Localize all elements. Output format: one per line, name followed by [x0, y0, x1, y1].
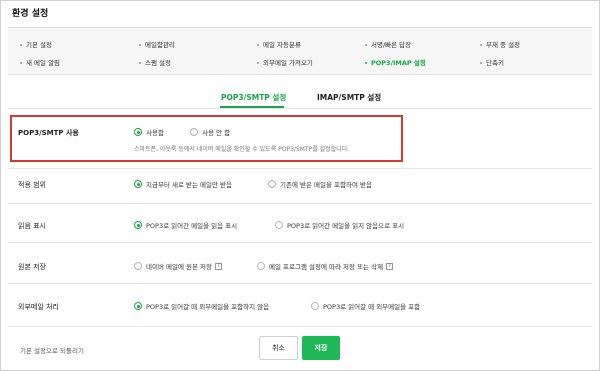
bullet-icon [139, 44, 141, 46]
nav-item-mailbox[interactable]: 메일함관리 [139, 39, 175, 49]
radio-read-mark-read[interactable]: POP3로 읽어간 메일을 읽음 표시 [134, 220, 237, 230]
nav-item-new-mail-alert[interactable]: 새 메일 알림 [20, 57, 60, 67]
radio-label: 사용함 [146, 129, 164, 137]
nav-item-label: 부재 중 설정 [486, 41, 521, 49]
radio-label: 기존에 받은 메일을 포함하여 받음 [280, 181, 372, 189]
bullet-icon [257, 62, 259, 64]
radio-selected-icon [134, 128, 142, 136]
radio-label: 메일 프로그램 설정에 따라 저장 또는 삭제 [269, 263, 384, 271]
nav-item-label: 메일함관리 [145, 41, 175, 49]
nav-item-label: 기본 설정 [26, 41, 52, 49]
radio-empty-icon [268, 180, 276, 188]
radio-scope-new-only[interactable]: 지금부터 새로 받는 메일만 받음 [134, 179, 232, 189]
radio-pop3-disable[interactable]: 사용 안 함 [190, 127, 230, 137]
radio-label: 지금부터 새로 받는 메일만 받음 [146, 181, 233, 189]
radio-scope-include-existing[interactable]: 기존에 받은 메일을 포함하여 받음 [268, 179, 372, 189]
bullet-icon [257, 44, 259, 46]
row-label-external: 외부메일 처리 [18, 303, 59, 311]
nav-item-absence[interactable]: 부재 중 설정 [480, 39, 520, 49]
bullet-icon [139, 62, 141, 64]
divider [8, 326, 592, 327]
bullet-icon [20, 62, 22, 64]
nav-item-label: 메일 자동분류 [263, 41, 301, 49]
radio-empty-icon [190, 128, 198, 136]
nav-item-basic[interactable]: 기본 설정 [20, 39, 52, 49]
radio-label: 사용 안 함 [202, 129, 231, 137]
radio-label: 네이버 메일에 원본 저장 [146, 263, 212, 271]
radio-label: POP3로 읽어간 메일을 읽음 표시 [146, 222, 238, 230]
nav-item-spam[interactable]: 스팸 설정 [139, 57, 171, 67]
tab-pop3-smtp[interactable]: POP3/SMTP 설정 [221, 92, 286, 103]
tab-imap-smtp[interactable]: IMAP/SMTP 설정 [317, 92, 381, 103]
divider [8, 283, 592, 284]
nav-item-label: 스팸 설정 [145, 59, 171, 67]
nav-item-label: 외부메일 가져오기 [263, 59, 313, 67]
radio-empty-icon [275, 221, 283, 229]
cancel-button[interactable]: 취소 [259, 336, 298, 360]
radio-keep-by-client[interactable]: 메일 프로그램 설정에 따라 저장 또는 삭제? [257, 261, 394, 271]
radio-keep-on-server[interactable]: 네이버 메일에 원본 저장? [134, 261, 222, 271]
save-button[interactable]: 저장 [302, 336, 340, 360]
bullet-icon [20, 44, 22, 46]
radio-label: POP3로 읽어갈 때 외부메일을 포함하지 않음 [146, 303, 270, 311]
radio-external-exclude[interactable]: POP3로 읽어갈 때 외부메일을 포함하지 않음 [134, 301, 269, 311]
nav-item-shortcuts[interactable]: 단축키 [480, 57, 504, 67]
page-title: 환경 설정 [12, 9, 49, 19]
radio-selected-icon [134, 180, 142, 188]
radio-label: POP3로 읽어갈 때 외부메일을 포함 [323, 303, 421, 311]
radio-selected-icon [134, 221, 142, 229]
help-icon[interactable]: ? [386, 262, 394, 270]
row-label-scope: 적용 범위 [18, 181, 46, 189]
nav-item-label: 새 메일 알림 [26, 59, 61, 67]
nav-item-label: POP3/IMAP 설정 [371, 59, 426, 67]
pop3-description: 스마트폰, 아웃룩 등에서 네이버 메일을 확인할 수 있도록 POP3/SMT… [134, 146, 350, 153]
radio-empty-icon [257, 262, 265, 270]
divider [8, 242, 592, 243]
divider [8, 108, 592, 109]
reset-defaults-link[interactable]: 기본 설정으로 되돌리기 [20, 345, 84, 355]
highlight-box [10, 115, 403, 162]
radio-selected-icon [134, 302, 142, 310]
bullet-icon [365, 44, 367, 46]
nav-item-label: 단축키 [486, 59, 504, 67]
row-label-keep-original: 원본 저장 [18, 263, 46, 271]
bullet-icon [480, 44, 482, 46]
divider [8, 203, 592, 204]
row-label-pop3-use: POP3/SMTP 사용 [18, 129, 79, 137]
radio-label: POP3로 읽어간 메일을 읽지 않음으로 표시 [287, 222, 405, 230]
divider [8, 168, 592, 169]
radio-empty-icon [311, 302, 319, 310]
nav-item-auto-sort[interactable]: 메일 자동분류 [257, 39, 301, 49]
radio-read-mark-unread[interactable]: POP3로 읽어간 메일을 읽지 않음으로 표시 [275, 220, 404, 230]
nav-item-external-mail[interactable]: 외부메일 가져오기 [257, 57, 313, 67]
radio-empty-icon [134, 262, 142, 270]
radio-pop3-enable[interactable]: 사용함 [134, 127, 164, 137]
radio-external-include[interactable]: POP3로 읽어갈 때 외부메일을 포함 [311, 301, 420, 311]
settings-nav: 기본 설정 메일함관리 메일 자동분류 서명/빠른 답장 부재 중 설정 새 메… [8, 27, 592, 75]
help-icon[interactable]: ? [215, 262, 222, 270]
row-label-read: 읽음 표시 [18, 222, 46, 230]
nav-item-pop3-imap[interactable]: POP3/IMAP 설정 [365, 57, 426, 67]
nav-item-label: 서명/빠른 답장 [371, 41, 412, 49]
bullet-icon [365, 62, 367, 64]
bullet-icon [480, 62, 482, 64]
nav-item-signature[interactable]: 서명/빠른 답장 [365, 39, 411, 49]
